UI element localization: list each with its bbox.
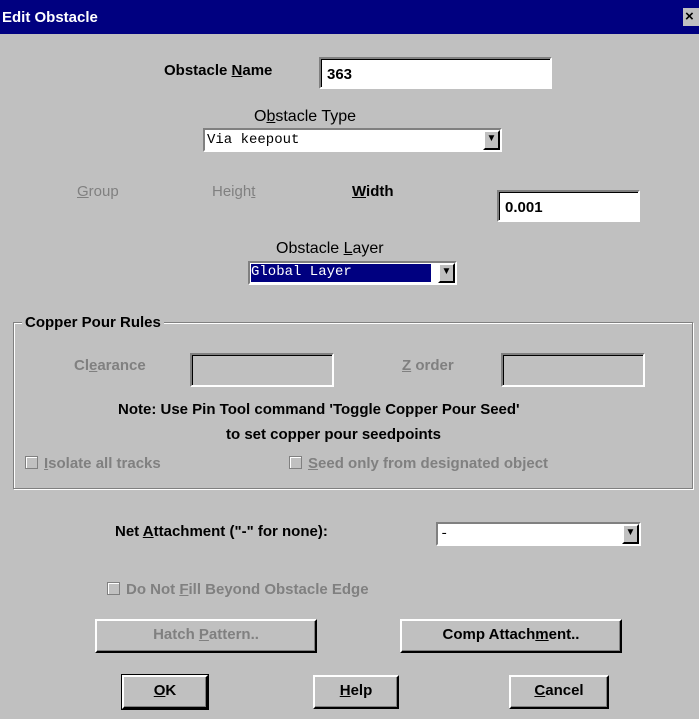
seed-only-checkbox[interactable]: Seed only from designated object bbox=[289, 455, 548, 472]
comp-attachment-button[interactable]: Comp Attachment.. bbox=[400, 619, 622, 653]
net-attachment-select[interactable]: - ▼ bbox=[436, 522, 641, 546]
checkbox-icon bbox=[107, 582, 120, 595]
net-attachment-value: - bbox=[440, 526, 449, 542]
zorder-label: Z order bbox=[402, 357, 454, 374]
height-label: Height bbox=[212, 183, 256, 200]
obstacle-layer-value: Global Layer bbox=[250, 263, 432, 283]
help-button[interactable]: Help bbox=[313, 675, 399, 709]
obstacle-layer-label: Obstacle Layer bbox=[276, 240, 384, 257]
width-value: 0.001 bbox=[505, 199, 543, 216]
chevron-down-icon[interactable]: ▼ bbox=[483, 130, 500, 150]
chevron-down-icon[interactable]: ▼ bbox=[438, 263, 455, 283]
ok-button[interactable]: OK bbox=[121, 674, 209, 710]
copper-pour-title: Copper Pour Rules bbox=[22, 314, 164, 331]
zorder-input[interactable] bbox=[501, 353, 645, 387]
obstacle-type-select[interactable]: Via keepout ▼ bbox=[203, 128, 502, 152]
width-label: Width bbox=[352, 183, 394, 200]
note-line-2: to set copper pour seedpoints bbox=[226, 426, 442, 443]
obstacle-layer-select[interactable]: Global Layer ▼ bbox=[248, 261, 457, 285]
checkbox-icon bbox=[289, 456, 302, 469]
window-title: Edit Obstacle bbox=[2, 9, 98, 26]
net-attachment-label: Net Attachment ("-" for none): bbox=[115, 523, 328, 540]
obstacle-name-value: 363 bbox=[327, 66, 353, 83]
obstacle-name-input[interactable]: 363 bbox=[319, 57, 552, 89]
obstacle-type-value: Via keepout bbox=[207, 132, 300, 148]
do-not-fill-checkbox[interactable]: Do Not Fill Beyond Obstacle Edge bbox=[107, 581, 369, 598]
width-input[interactable]: 0.001 bbox=[497, 190, 640, 222]
cancel-button[interactable]: Cancel bbox=[509, 675, 609, 709]
checkbox-icon bbox=[25, 456, 38, 469]
group-label: Group bbox=[77, 183, 119, 200]
close-icon[interactable]: × bbox=[683, 8, 699, 26]
isolate-tracks-checkbox[interactable]: Isolate all tracks bbox=[25, 455, 161, 472]
clearance-label: Clearance bbox=[74, 357, 146, 374]
obstacle-type-label: Obstacle Type bbox=[254, 108, 356, 125]
note-line-1: Note: Use Pin Tool command 'Toggle Coppe… bbox=[118, 401, 520, 418]
chevron-down-icon[interactable]: ▼ bbox=[622, 524, 639, 544]
obstacle-name-label: Obstacle Name bbox=[164, 62, 273, 79]
clearance-input[interactable] bbox=[190, 353, 334, 387]
hatch-pattern-button[interactable]: Hatch Pattern.. bbox=[95, 619, 317, 653]
title-bar: Edit Obstacle × bbox=[0, 0, 699, 34]
